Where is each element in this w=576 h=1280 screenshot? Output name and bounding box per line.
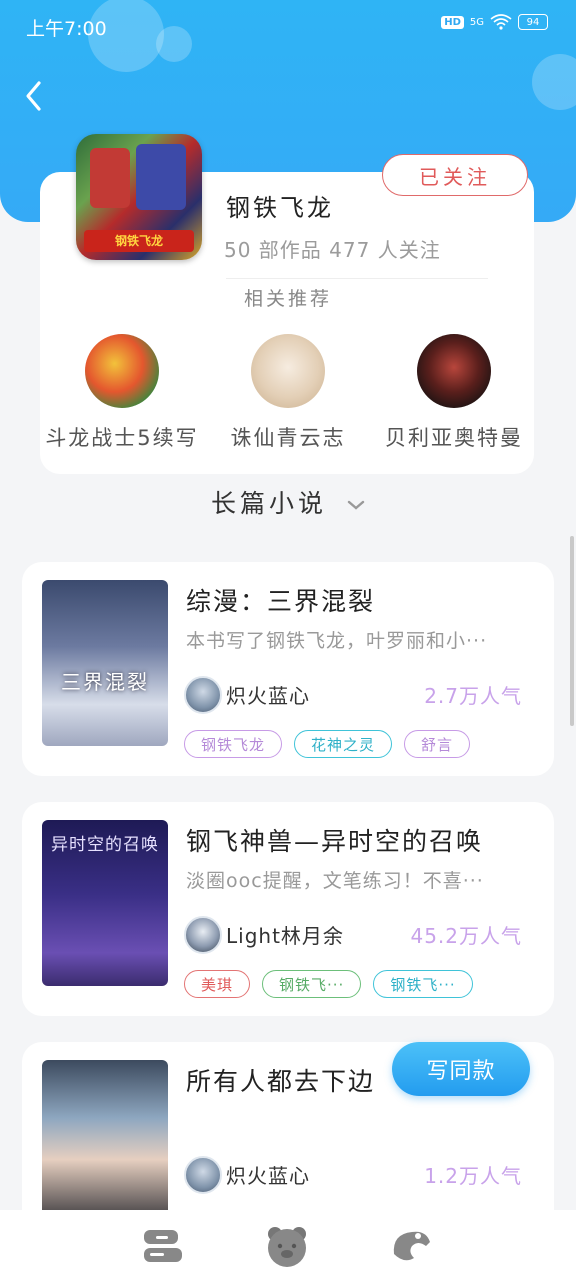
ghost-icon	[393, 1231, 430, 1261]
status-time: 上午7:00	[26, 18, 107, 40]
tag[interactable]: 舒言	[404, 730, 471, 758]
bottom-nav	[0, 1210, 576, 1280]
book-title: 所有人都去下边	[186, 1067, 376, 1096]
profile-avatar[interactable]: 钢铁飞龙	[76, 134, 202, 260]
related-avatar	[251, 334, 325, 408]
popularity-count: 1.2万人气	[424, 1164, 522, 1188]
bear-face-icon	[268, 1227, 306, 1267]
author-name[interactable]: Light林月余	[226, 920, 344, 949]
tag-list: 钢铁飞龙 花神之灵 舒言	[184, 730, 471, 758]
signal-icon: 5G	[469, 16, 484, 28]
book-cover: 异时空的召唤	[42, 820, 168, 986]
related-name: 诛仙青云志	[230, 426, 346, 450]
tag[interactable]: 美琪	[184, 970, 251, 998]
related-item[interactable]: 诛仙青云志	[200, 334, 376, 452]
popularity-count: 2.7万人气	[424, 684, 522, 708]
cover-title: 异时空的召唤	[51, 835, 159, 855]
book-card[interactable]: 异时空的召唤 钢飞神兽—异时空的召唤 淡圈ooc提醒，文笔练习！不喜··· Li…	[22, 802, 554, 1016]
avatar-figure	[90, 148, 130, 208]
tag[interactable]: 钢铁飞···	[262, 970, 362, 998]
section-title: 长篇小说	[211, 489, 328, 518]
author-name[interactable]: 炽火蓝心	[226, 680, 310, 709]
nav-chat[interactable]	[140, 1224, 186, 1268]
book-title: 综漫：三界混裂	[186, 587, 376, 616]
book-description: 本书写了钢铁飞龙，叶罗丽和小···	[186, 630, 488, 652]
popularity-count: 45.2万人气	[410, 924, 522, 948]
related-item[interactable]: 斗龙战士5续写	[34, 334, 210, 452]
book-description: 淡圈ooc提醒，文笔练习！不喜···	[186, 870, 484, 892]
author-avatar[interactable]	[184, 1156, 222, 1194]
related-avatar	[85, 334, 159, 408]
author-avatar[interactable]	[184, 676, 222, 714]
status-bar: 上午7:00 HD 5G 94	[0, 0, 576, 50]
tag-list: 美琪 钢铁飞··· 钢铁飞···	[184, 970, 473, 998]
scrollbar[interactable]	[570, 536, 574, 726]
book-card[interactable]: 三界混裂 综漫：三界混裂 本书写了钢铁飞龙，叶罗丽和小··· 炽火蓝心 2.7万…	[22, 562, 554, 776]
battery-icon: 94	[518, 14, 548, 30]
book-cover: 三界混裂	[42, 580, 168, 746]
chevron-down-icon	[347, 500, 365, 510]
hd-badge: HD	[441, 15, 464, 29]
author-name[interactable]: 炽火蓝心	[226, 1160, 310, 1189]
tag[interactable]: 钢铁飞龙	[184, 730, 283, 758]
book-title: 钢飞神兽—异时空的召唤	[186, 827, 484, 856]
related-name: 贝利亚奥特曼	[385, 426, 523, 450]
write-same-button[interactable]: 写同款	[392, 1042, 530, 1096]
profile-name: 钢铁飞龙	[226, 194, 334, 222]
related-name: 斗龙战士5续写	[45, 426, 199, 450]
book-cover	[42, 1060, 168, 1226]
related-item[interactable]: 贝利亚奥特曼	[366, 334, 542, 452]
related-title: 相关推荐	[243, 288, 332, 310]
decor-bubble	[532, 54, 576, 110]
divider	[226, 278, 488, 279]
avatar-caption: 钢铁飞龙	[84, 230, 194, 252]
tag[interactable]: 钢铁飞···	[373, 970, 473, 998]
author-avatar[interactable]	[184, 916, 222, 954]
nav-home[interactable]	[264, 1224, 310, 1268]
nav-profile[interactable]	[388, 1224, 434, 1268]
wifi-icon	[490, 14, 512, 30]
status-indicators: HD 5G 94	[441, 14, 548, 30]
chat-bubbles-icon	[144, 1230, 182, 1262]
tag[interactable]: 花神之灵	[294, 730, 393, 758]
related-avatar	[417, 334, 491, 408]
section-selector[interactable]: 长篇小说	[0, 484, 576, 520]
follow-button[interactable]: 已关注	[382, 154, 528, 196]
profile-stats: 50 部作品 477 人关注	[224, 238, 441, 262]
chevron-left-icon	[26, 81, 41, 111]
avatar-figure	[136, 144, 186, 210]
back-button[interactable]	[16, 76, 52, 116]
cover-title: 三界混裂	[61, 670, 149, 694]
